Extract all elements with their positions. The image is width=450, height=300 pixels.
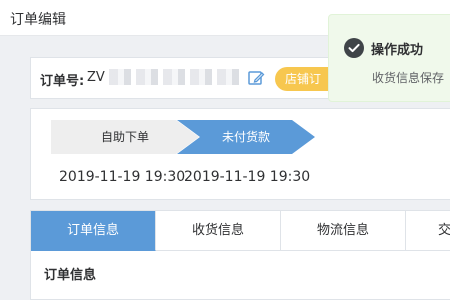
toast-title: 操作成功: [371, 43, 424, 58]
toast-message: 收货信息保存: [372, 71, 445, 85]
edit-icon[interactable]: [247, 69, 265, 87]
order-number-label: 订单号:: [40, 74, 85, 89]
progress-step-self-order: 自助下单: [51, 120, 199, 154]
success-toast: 操作成功 收货信息保存: [328, 14, 450, 102]
progress-step-self-order-time: 2019-11-19 19:30: [59, 169, 186, 185]
tab-logistics-info[interactable]: 物流信息: [281, 211, 406, 251]
tab-transaction-info[interactable]: 交: [406, 211, 450, 251]
page-title: 订单编辑: [10, 12, 66, 28]
order-details-panel: 订单信息 收货信息 物流信息 交 订单信息: [30, 210, 450, 300]
check-circle-icon: [344, 38, 364, 58]
order-number-value: ZV: [87, 70, 105, 85]
tab-shipping-info[interactable]: 收货信息: [156, 211, 281, 251]
progress-step-unpaid-time: 2019-11-19 19:30: [184, 169, 311, 185]
tab-order-info[interactable]: 订单信息: [31, 211, 156, 251]
masked-order-number: [109, 69, 239, 85]
order-progress-panel: 自助下单 未付货款 2019-11-19 19:30 2019-11-19 19…: [30, 108, 450, 200]
section-title-order-info: 订单信息: [44, 268, 97, 283]
